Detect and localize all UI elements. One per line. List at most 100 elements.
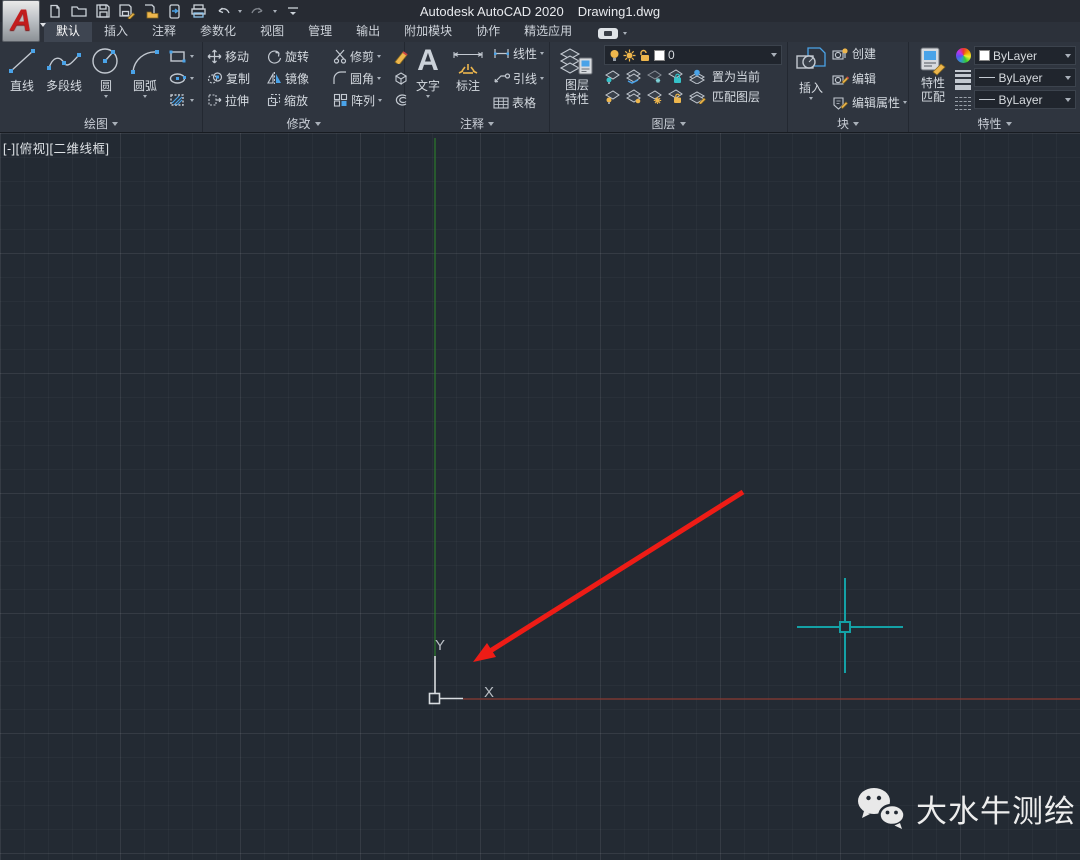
layer-on-all-icon[interactable] xyxy=(625,89,642,104)
open-from-web-icon[interactable] xyxy=(142,3,159,19)
match-properties-button[interactable]: 特性匹配 xyxy=(913,45,953,115)
tab-output[interactable]: 输出 xyxy=(344,20,392,42)
array-dropdown-icon[interactable] xyxy=(378,99,382,102)
fillet-dropdown-icon[interactable] xyxy=(377,77,381,80)
open-folder-icon[interactable] xyxy=(70,3,87,19)
array-icon xyxy=(333,93,348,107)
panel-annotate-footer[interactable]: 注释 xyxy=(405,115,549,132)
autocad-window: Autodesk AutoCAD 2020 Drawing1.dwg A 默认 … xyxy=(0,0,1080,860)
panel-draw-footer[interactable]: 绘图 xyxy=(0,115,202,132)
linear-dimension-icon xyxy=(493,48,510,59)
edit-attributes-button[interactable]: 编辑属性 xyxy=(832,94,907,111)
panel-block-footer[interactable]: 块 xyxy=(788,115,908,132)
tab-home[interactable]: 默认 xyxy=(44,20,92,42)
object-color-caret-icon xyxy=(1065,54,1071,58)
table-button[interactable]: 表格 xyxy=(493,94,544,111)
ellipse-dropdown-icon[interactable] xyxy=(190,77,194,80)
move-icon xyxy=(207,49,222,64)
tab-manage[interactable]: 管理 xyxy=(296,20,344,42)
scale-button[interactable]: 缩放 xyxy=(267,92,333,109)
edit-attributes-dropdown-icon[interactable] xyxy=(903,101,907,104)
connect-icon[interactable] xyxy=(598,28,618,39)
circle-dropdown-icon[interactable] xyxy=(104,95,108,98)
lineweight-caret-icon xyxy=(1065,76,1071,80)
panel-modify-footer[interactable]: 修改 xyxy=(203,115,404,132)
insert-block-button[interactable]: 插入 xyxy=(792,45,830,115)
linear-dropdown-icon[interactable] xyxy=(540,52,544,55)
tab-addins[interactable]: 附加模块 xyxy=(392,20,464,42)
tab-insert[interactable]: 插入 xyxy=(92,20,140,42)
tab-featured-apps[interactable]: 精选应用 xyxy=(512,20,584,42)
insert-dropdown-icon[interactable] xyxy=(809,97,813,100)
edit-block-button[interactable]: 编辑 xyxy=(832,70,907,87)
lineweight-select[interactable]: ByLayer xyxy=(974,68,1076,87)
panel-layers-footer[interactable]: 图层 xyxy=(550,115,787,132)
save-to-mobile-icon[interactable] xyxy=(166,3,183,19)
tab-parametric[interactable]: 参数化 xyxy=(188,20,248,42)
layer-match-icon[interactable] xyxy=(688,89,706,104)
hatch-dropdown-icon[interactable] xyxy=(190,99,194,102)
redo-dropdown-icon[interactable] xyxy=(273,10,277,13)
tab-annotate[interactable]: 注释 xyxy=(140,20,188,42)
application-menu-button[interactable]: A xyxy=(2,0,40,42)
set-current-layer-icon[interactable] xyxy=(688,69,706,84)
ribbon-options-caret-icon[interactable] xyxy=(623,32,627,35)
layer-unisolate-icon[interactable] xyxy=(625,69,642,84)
rectangle-button[interactable] xyxy=(169,47,194,65)
rotate-button[interactable]: 旋转 xyxy=(267,48,333,65)
drawing-canvas[interactable]: [-][俯视][二维线框] Y X xyxy=(0,133,1080,860)
match-layer-label[interactable]: 匹配图层 xyxy=(712,88,760,105)
arc-button[interactable]: 圆弧 xyxy=(126,45,164,99)
linear-dimension-button[interactable]: 线性 xyxy=(493,45,544,62)
object-color-select[interactable]: ByLayer xyxy=(974,46,1076,65)
layer-thaw-all-icon[interactable] xyxy=(646,89,663,104)
layer-off-icon[interactable] xyxy=(604,89,621,104)
stretch-button[interactable]: 拉伸 xyxy=(207,92,267,109)
arc-dropdown-icon[interactable] xyxy=(143,95,147,98)
hatch-button[interactable] xyxy=(169,91,194,109)
layer-select[interactable]: 0 xyxy=(604,45,782,65)
layer-unlock-all-icon[interactable] xyxy=(667,89,684,104)
text-button[interactable]: A 文字 xyxy=(409,45,447,115)
fillet-button[interactable]: 圆角 xyxy=(333,70,393,87)
leader-button[interactable]: 引线 xyxy=(493,70,544,87)
leader-dropdown-icon[interactable] xyxy=(540,77,544,80)
text-dropdown-icon[interactable] xyxy=(426,95,430,98)
undo-icon[interactable] xyxy=(214,3,231,19)
trim-button[interactable]: 修剪 xyxy=(333,48,393,65)
panel-properties-footer[interactable]: 特性 xyxy=(909,115,1080,132)
create-block-button[interactable]: 创建 xyxy=(832,45,907,62)
linetype-select[interactable]: ByLayer xyxy=(974,90,1076,109)
save-icon[interactable] xyxy=(94,3,111,19)
new-file-icon[interactable] xyxy=(46,3,63,19)
title-bar: Autodesk AutoCAD 2020 Drawing1.dwg xyxy=(0,0,1080,22)
polyline-button[interactable]: 多段线 xyxy=(42,45,86,95)
customize-qat-icon[interactable] xyxy=(284,3,301,19)
layer-lock-icon[interactable] xyxy=(667,69,684,84)
arrow-shaft xyxy=(487,492,743,653)
layer-isolate-icon[interactable] xyxy=(604,69,621,84)
copy-button[interactable]: 复制 xyxy=(207,70,267,87)
array-button[interactable]: 阵列 xyxy=(333,92,393,109)
undo-dropdown-icon[interactable] xyxy=(238,10,242,13)
line-button[interactable]: 直线 xyxy=(4,45,40,95)
mirror-button[interactable]: 镜像 xyxy=(267,70,333,87)
dimension-button[interactable]: 标注 xyxy=(447,45,489,115)
tab-view[interactable]: 视图 xyxy=(248,20,296,42)
pickbox xyxy=(840,622,850,632)
save-as-icon[interactable] xyxy=(118,3,135,19)
trim-dropdown-icon[interactable] xyxy=(377,55,381,58)
tab-collaborate[interactable]: 协作 xyxy=(464,20,512,42)
rectangle-dropdown-icon[interactable] xyxy=(190,55,194,58)
layer-properties-button[interactable]: 图层特性 xyxy=(554,45,600,115)
move-button[interactable]: 移动 xyxy=(207,48,267,65)
dimension-icon xyxy=(450,46,486,76)
print-icon[interactable] xyxy=(190,3,207,19)
ellipse-button[interactable] xyxy=(169,69,194,87)
layer-freeze-icon[interactable] xyxy=(646,69,663,84)
wechat-icon xyxy=(856,785,908,831)
set-current-label[interactable]: 置为当前 xyxy=(712,68,760,85)
circle-button[interactable]: 圆 xyxy=(88,45,124,99)
redo-icon[interactable] xyxy=(249,3,266,19)
linetype-value: ByLayer xyxy=(998,93,1042,107)
